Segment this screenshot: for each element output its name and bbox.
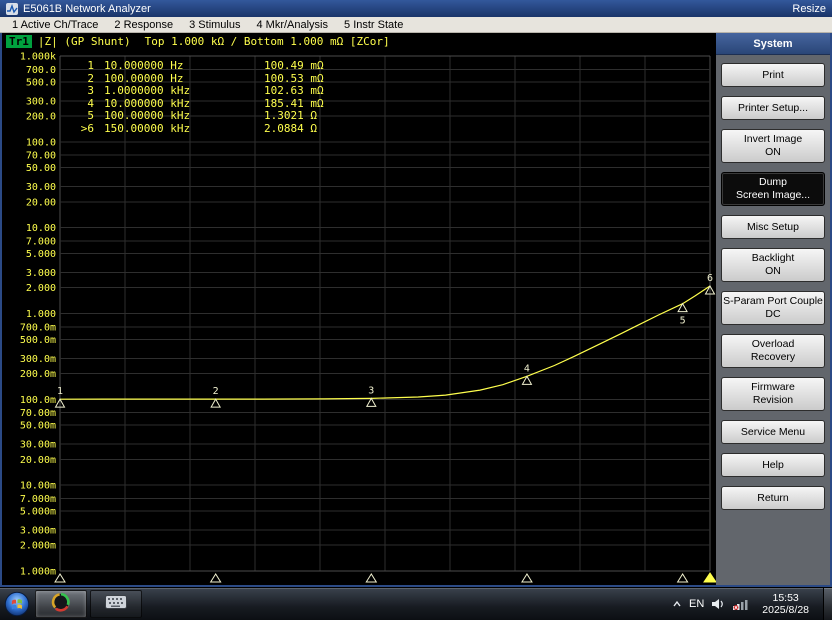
svg-text:100.0m: 100.0m <box>20 395 56 406</box>
svg-text:500.0: 500.0 <box>26 77 56 88</box>
softkey-buttons: Print Printer Setup... Invert Image ON D… <box>716 55 830 518</box>
svg-text:30.00: 30.00 <box>26 182 56 193</box>
svg-text:300.0: 300.0 <box>26 96 56 107</box>
overload-recovery-button[interactable]: Overload Recovery <box>721 334 825 368</box>
svg-text:30.00m: 30.00m <box>20 440 56 451</box>
svg-text:7.000m: 7.000m <box>20 494 56 505</box>
menu-instr-state[interactable]: 5 Instr State <box>336 19 411 31</box>
print-button[interactable]: Print <box>721 63 825 87</box>
trace-status-bar: Tr1 |Z| (GP Shunt) Top 1.000 kΩ / Bottom… <box>2 33 716 50</box>
help-button[interactable]: Help <box>721 453 825 477</box>
firmware-revision-button[interactable]: Firmware Revision <box>721 377 825 411</box>
svg-text:2.000: 2.000 <box>26 283 56 294</box>
svg-text:2: 2 <box>213 386 219 397</box>
trace-id-badge[interactable]: Tr1 <box>6 35 32 48</box>
svg-text:5: 5 <box>680 316 686 327</box>
volume-icon[interactable] <box>711 598 725 610</box>
service-menu-button[interactable]: Service Menu <box>721 420 825 444</box>
hidden-icons-chevron[interactable] <box>672 600 682 608</box>
menu-mkr-analysis[interactable]: 4 Mkr/Analysis <box>248 19 336 31</box>
svg-text:1.000m: 1.000m <box>20 567 56 578</box>
menu-response[interactable]: 2 Response <box>106 19 181 31</box>
menu-bar: 1 Active Ch/Trace 2 Response 3 Stimulus … <box>0 17 832 33</box>
svg-text:5.000m: 5.000m <box>20 507 56 518</box>
softkey-menu-title: System <box>716 33 830 55</box>
svg-text:10.00m: 10.00m <box>20 481 56 492</box>
menu-stimulus[interactable]: 3 Stimulus <box>181 19 248 31</box>
svg-text:3: 3 <box>368 385 374 396</box>
svg-text:3.000m: 3.000m <box>20 526 56 537</box>
svg-text:7.000: 7.000 <box>26 236 56 247</box>
network-icon[interactable] <box>732 598 748 610</box>
start-button[interactable] <box>2 589 32 619</box>
analyzer-app-icon <box>51 592 71 617</box>
show-desktop-button[interactable] <box>823 588 832 620</box>
svg-text:200.0m: 200.0m <box>20 369 56 380</box>
system-tray: EN 15:53 2025/8/28 <box>672 588 832 620</box>
svg-text:50.00m: 50.00m <box>20 421 56 432</box>
resize-button[interactable]: Resize <box>792 3 826 15</box>
title-bar: E5061B Network Analyzer Resize <box>0 0 832 17</box>
keyboard-icon <box>105 595 127 614</box>
svg-text:1.000: 1.000 <box>26 309 56 320</box>
printer-setup-button[interactable]: Printer Setup... <box>721 96 825 120</box>
softkey-sidebar: System Print Printer Setup... Invert Ima… <box>716 33 830 585</box>
app-icon <box>6 3 18 15</box>
trace-format-label: |Z| (GP Shunt) <box>38 35 131 48</box>
svg-text:70.00: 70.00 <box>26 151 56 162</box>
analyzer-screen: E5061B Network Analyzer Resize 1 Active … <box>0 0 832 620</box>
clock[interactable]: 15:53 2025/8/28 <box>755 592 816 616</box>
dump-screen-image-button[interactable]: Dump Screen Image... <box>721 172 825 206</box>
language-indicator[interactable]: EN <box>689 598 704 610</box>
svg-text:10.00: 10.00 <box>26 223 56 234</box>
svg-text:50.00: 50.00 <box>26 163 56 174</box>
svg-text:2.000m: 2.000m <box>20 541 56 552</box>
svg-text:20.00: 20.00 <box>26 197 56 208</box>
menu-active-ch-trace[interactable]: 1 Active Ch/Trace <box>4 19 106 31</box>
svg-text:5.000: 5.000 <box>26 249 56 260</box>
clock-date: 2025/8/28 <box>762 604 809 616</box>
clock-time: 15:53 <box>762 592 809 604</box>
svg-text:6: 6 <box>707 273 713 284</box>
svg-text:700.0m: 700.0m <box>20 322 56 333</box>
svg-text:200.0: 200.0 <box>26 111 56 122</box>
taskbar-app-analyzer-button[interactable] <box>35 590 87 618</box>
svg-text:3.000: 3.000 <box>26 268 56 279</box>
invert-image-button[interactable]: Invert Image ON <box>721 129 825 163</box>
window-title: E5061B Network Analyzer <box>23 3 151 15</box>
svg-text:70.00m: 70.00m <box>20 408 56 419</box>
taskbar: EN 15:53 2025/8/28 <box>0 587 832 620</box>
svg-text:300.0m: 300.0m <box>20 354 56 365</box>
impedance-plot: 1.000k700.0500.0300.0200.0100.070.0050.0… <box>2 50 716 585</box>
trace-scale-label: Top 1.000 kΩ / Bottom 1.000 mΩ [ZCor] <box>145 35 390 48</box>
taskbar-app-keyboard-button[interactable] <box>90 590 142 618</box>
svg-text:1.000k: 1.000k <box>20 52 56 63</box>
svg-text:500.0m: 500.0m <box>20 335 56 346</box>
svg-text:700.0: 700.0 <box>26 65 56 76</box>
return-button[interactable]: Return <box>721 486 825 510</box>
svg-text:20.00m: 20.00m <box>20 455 56 466</box>
trace-display-panel: Tr1 |Z| (GP Shunt) Top 1.000 kΩ / Bottom… <box>2 33 716 585</box>
sparam-port-couple-button[interactable]: S-Param Port Couple DC <box>721 291 825 325</box>
svg-text:4: 4 <box>524 363 530 374</box>
svg-text:1: 1 <box>57 386 63 397</box>
backlight-button[interactable]: Backlight ON <box>721 248 825 282</box>
misc-setup-button[interactable]: Misc Setup <box>721 215 825 239</box>
main-content: Tr1 |Z| (GP Shunt) Top 1.000 kΩ / Bottom… <box>0 33 832 587</box>
svg-text:100.0: 100.0 <box>26 137 56 148</box>
graph-area: 1.000k700.0500.0300.0200.0100.070.0050.0… <box>2 50 716 585</box>
